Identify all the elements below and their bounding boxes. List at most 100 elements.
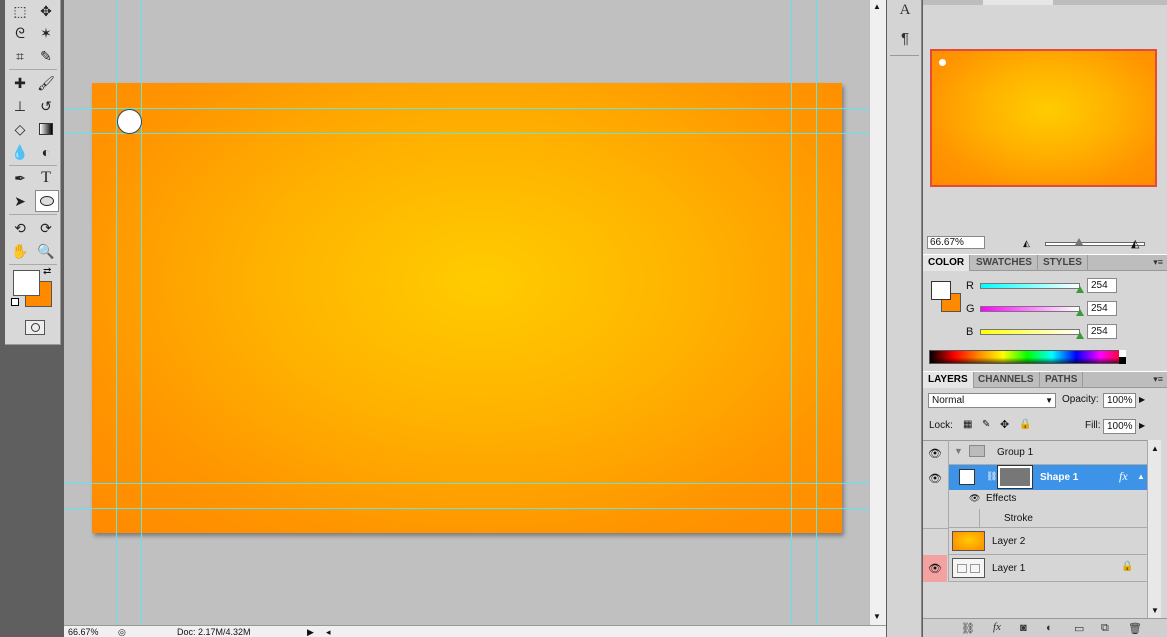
guide-vertical[interactable] [116, 0, 117, 625]
navigator-preview[interactable] [930, 49, 1157, 187]
opacity-input[interactable]: 100% [1103, 393, 1136, 408]
navigator-zoom-input[interactable]: 66.67% [927, 236, 985, 249]
fill-input[interactable]: 100% [1103, 419, 1136, 434]
link-icon[interactable]: ⛓ [986, 471, 997, 482]
clone-stamp-icon[interactable]: ⊥ [8, 95, 32, 117]
pen-icon[interactable]: ✒ [8, 167, 32, 189]
spectrum-black-swatch[interactable] [1119, 357, 1126, 364]
status-info-icon[interactable]: ◎ [118, 627, 126, 637]
vector-mask-thumb[interactable] [959, 469, 975, 485]
path-selection-icon[interactable]: ➤ [8, 190, 32, 212]
status-zoom[interactable]: 66.67% [68, 627, 99, 637]
lock-all-icon[interactable]: 🔒 [1019, 419, 1031, 430]
tab-layers[interactable]: LAYERS [923, 372, 974, 388]
stroke-effect-row[interactable]: Stroke [948, 509, 1147, 528]
zoom-icon[interactable]: 🔍 [34, 240, 58, 262]
collapse-triangle-icon[interactable]: ▲ [1137, 472, 1145, 481]
color-fg-swatch[interactable] [931, 281, 951, 300]
hscroll-left-icon[interactable]: ◂ [326, 627, 331, 637]
swap-colors-icon[interactable]: ⇄ [43, 266, 51, 277]
status-arrow-icon[interactable]: ▶ [307, 627, 314, 637]
lasso-icon[interactable]: ᘓ [8, 22, 32, 44]
healing-brush-icon[interactable]: ✚ [8, 72, 32, 94]
guide-vertical[interactable] [141, 0, 142, 625]
foreground-color-swatch[interactable] [13, 270, 40, 296]
channel-r-thumb[interactable] [1076, 286, 1084, 293]
channel-b-thumb[interactable] [1076, 332, 1084, 339]
history-brush-icon[interactable]: ↺ [34, 95, 58, 117]
guide-horizontal[interactable] [64, 133, 869, 134]
layer-row-layer1[interactable]: Layer 1 🔒 [948, 555, 1147, 582]
gradient-icon[interactable] [34, 118, 58, 140]
paragraph-panel-icon[interactable]: ¶ [895, 30, 915, 50]
crop-icon[interactable]: ⌗ [8, 45, 32, 67]
dodge-icon[interactable]: ◐ [34, 141, 58, 163]
layers-panel-menu-icon[interactable]: ▾≡ [1153, 374, 1163, 385]
zoom-out-icon[interactable]: ◭ [1023, 238, 1030, 249]
layer-row-group[interactable]: ▼ Group 1 [948, 440, 1147, 465]
add-style-icon[interactable]: fx [993, 621, 1001, 633]
guide-horizontal[interactable] [64, 108, 869, 109]
eye-icon[interactable]: 👁 [923, 465, 947, 491]
channel-g-input[interactable]: 254 [1087, 301, 1117, 316]
eye-icon[interactable]: 👁 [969, 493, 980, 504]
tab-color[interactable]: COLOR [923, 255, 971, 271]
marquee-icon[interactable]: ⬚ [8, 0, 32, 22]
link-layers-icon[interactable]: ⛓ [961, 622, 975, 635]
hand-icon[interactable]: ✋ [8, 240, 32, 262]
brush-icon[interactable]: 🖌 [34, 72, 58, 94]
channel-b-slider[interactable] [980, 329, 1080, 335]
tab-channels[interactable]: CHANNELS [973, 372, 1040, 388]
fx-icon[interactable]: fx [1119, 469, 1128, 484]
tab-styles[interactable]: STYLES [1038, 255, 1088, 271]
layers-scrollbar[interactable]: ▲ ▼ [1147, 440, 1161, 618]
3d-orbit-icon[interactable]: ⟳ [34, 217, 58, 239]
guide-vertical[interactable] [791, 0, 792, 625]
new-layer-icon[interactable]: ⧉ [1101, 622, 1109, 635]
channel-r-input[interactable]: 254 [1087, 278, 1117, 293]
type-icon[interactable]: T [34, 167, 58, 189]
navigator-zoom-thumb[interactable] [1075, 238, 1083, 245]
channel-b-input[interactable]: 254 [1087, 324, 1117, 339]
channel-g-thumb[interactable] [1076, 309, 1084, 316]
shape-layer-thumb[interactable] [997, 465, 1033, 489]
eye-icon[interactable]: 👁 [923, 555, 947, 582]
canvas-area[interactable] [64, 0, 869, 625]
channel-g-slider[interactable] [980, 306, 1080, 312]
layer-row-shape[interactable]: ⛓ Shape 1 fx ▲ [948, 465, 1147, 490]
effects-row[interactable]: 👁 Effects [948, 490, 1147, 509]
panel-menu-icon[interactable]: ▾≡ [1153, 257, 1163, 268]
opacity-arrow-icon[interactable]: ▶ [1139, 395, 1145, 404]
navigator-zoom-slider[interactable] [1045, 242, 1145, 246]
blend-mode-select[interactable]: Normal ▼ [928, 393, 1056, 408]
delete-layer-icon[interactable]: 🗑 [1128, 622, 1142, 635]
scroll-down-icon[interactable]: ▼ [1151, 606, 1159, 615]
character-panel-icon[interactable]: A [895, 2, 915, 22]
channel-r-slider[interactable] [980, 283, 1080, 289]
layer-row-layer2[interactable]: Layer 2 [948, 528, 1147, 555]
expand-triangle-icon[interactable]: ▼ [954, 446, 963, 456]
guide-vertical[interactable] [816, 0, 817, 625]
guide-horizontal[interactable] [64, 508, 869, 509]
eyedropper-icon[interactable]: ✎ [34, 45, 58, 67]
tab-paths[interactable]: PATHS [1040, 372, 1084, 388]
fill-arrow-icon[interactable]: ▶ [1139, 421, 1145, 430]
default-colors-icon[interactable] [11, 298, 19, 306]
document-canvas[interactable] [92, 83, 842, 533]
lock-position-icon[interactable]: ✥ [1000, 418, 1009, 431]
scroll-up-icon[interactable]: ▲ [873, 2, 881, 11]
spectrum-white-swatch[interactable] [1119, 350, 1126, 357]
ellipse-shape[interactable] [117, 109, 142, 134]
scroll-up-icon[interactable]: ▲ [1151, 444, 1159, 453]
ellipse-icon[interactable] [35, 190, 59, 212]
move-icon[interactable]: ✥ [34, 0, 58, 22]
zoom-in-icon[interactable]: ◭ [1131, 237, 1139, 250]
lock-transparent-icon[interactable]: ▦ [963, 419, 972, 430]
vertical-scrollbar[interactable]: ▼ ▲ [869, 0, 886, 625]
eye-icon[interactable]: 👁 [923, 440, 947, 466]
eraser-icon[interactable]: ◇ [8, 118, 32, 140]
add-mask-icon[interactable]: ◙ [1020, 622, 1027, 634]
scroll-down-icon[interactable]: ▼ [873, 612, 881, 621]
guide-horizontal[interactable] [64, 483, 869, 484]
quick-mask-icon[interactable] [25, 320, 45, 335]
